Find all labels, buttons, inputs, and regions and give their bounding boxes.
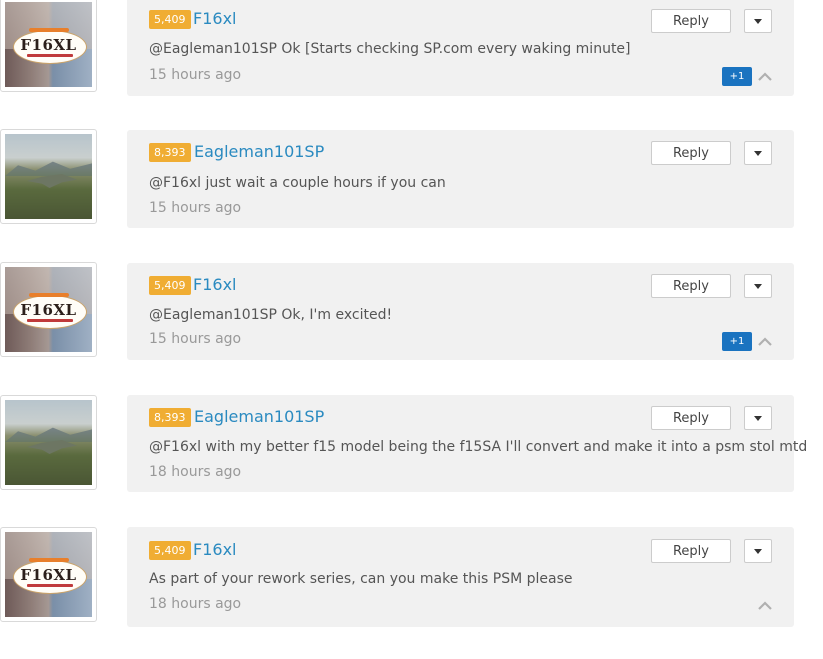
comment-timestamp: 15 hours ago <box>149 331 242 347</box>
avatar-logo-text: F16XL <box>20 36 77 54</box>
avatar[interactable] <box>0 395 97 490</box>
upvote-icon[interactable] <box>758 70 772 84</box>
reputation-badge: 5,409 <box>149 10 191 29</box>
comment-text: As part of your rework series, can you m… <box>149 571 573 587</box>
author-link[interactable]: F16xl <box>193 275 236 295</box>
reply-button[interactable]: Reply <box>651 9 731 33</box>
options-dropdown-button[interactable] <box>744 141 772 165</box>
jet-photo-avatar-image <box>5 400 92 485</box>
comment-text: @Eagleman101SP Ok [Starts checking SP.co… <box>149 41 631 57</box>
author-link[interactable]: Eagleman101SP <box>194 407 324 427</box>
avatar-logo-text: F16XL <box>20 566 77 584</box>
comment-timestamp: 15 hours ago <box>149 200 242 216</box>
f16xl-logo-avatar-image: F16XL <box>5 532 92 617</box>
avatar[interactable]: F16XL <box>0 262 97 357</box>
comment-timestamp: 18 hours ago <box>149 464 242 480</box>
reply-button[interactable]: Reply <box>651 406 731 430</box>
reputation-badge: 5,409 <box>149 541 191 560</box>
comment-bubble: 8,393 Eagleman101SP @F16xl just wait a c… <box>127 130 794 228</box>
f16xl-logo-avatar-image: F16XL <box>5 2 92 87</box>
jet-photo-avatar-image <box>5 134 92 219</box>
comment-bubble: 5,409 F16xl As part of your rework serie… <box>127 527 794 627</box>
chevron-down-icon <box>754 284 762 289</box>
avatar[interactable]: F16XL <box>0 0 97 92</box>
options-dropdown-button[interactable] <box>744 9 772 33</box>
chevron-down-icon <box>754 151 762 156</box>
vote-count-badge: +1 <box>722 332 752 351</box>
comment-text: @Eagleman101SP Ok, I'm excited! <box>149 307 393 323</box>
avatar[interactable]: F16XL <box>0 527 97 622</box>
author-link[interactable]: Eagleman101SP <box>194 142 324 162</box>
upvote-icon[interactable] <box>758 335 772 349</box>
comment-bubble: 8,393 Eagleman101SP @F16xl with my bette… <box>127 395 807 492</box>
comment-item: F16XL 5,409 F16xl @Eagleman101SP Ok, I'm… <box>0 262 823 394</box>
comment-text: @F16xl with my better f15 model being th… <box>149 439 808 455</box>
reply-button[interactable]: Reply <box>651 274 731 298</box>
options-dropdown-button[interactable] <box>744 274 772 298</box>
avatar-logo-text: F16XL <box>20 301 77 319</box>
author-link[interactable]: F16xl <box>193 540 236 560</box>
reputation-badge: 5,409 <box>149 276 191 295</box>
chevron-down-icon <box>754 19 762 24</box>
author-link[interactable]: F16xl <box>193 9 236 29</box>
comment-text: @F16xl just wait a couple hours if you c… <box>149 175 446 191</box>
chevron-down-icon <box>754 549 762 554</box>
f16xl-logo-avatar-image: F16XL <box>5 267 92 352</box>
upvote-icon[interactable] <box>758 599 772 613</box>
comment-bubble: 5,409 F16xl @Eagleman101SP Ok [Starts ch… <box>127 0 794 96</box>
comment-item: 8,393 Eagleman101SP @F16xl just wait a c… <box>0 129 823 261</box>
comment-item: F16XL 5,409 F16xl As part of your rework… <box>0 527 823 659</box>
comment-timestamp: 18 hours ago <box>149 596 242 612</box>
comment-timestamp: 15 hours ago <box>149 67 242 83</box>
chevron-down-icon <box>754 416 762 421</box>
options-dropdown-button[interactable] <box>744 539 772 563</box>
reply-button[interactable]: Reply <box>651 539 731 563</box>
reputation-badge: 8,393 <box>149 143 191 162</box>
reputation-badge: 8,393 <box>149 408 191 427</box>
comment-item: 8,393 Eagleman101SP @F16xl with my bette… <box>0 395 823 527</box>
options-dropdown-button[interactable] <box>744 406 772 430</box>
reply-button[interactable]: Reply <box>651 141 731 165</box>
avatar[interactable] <box>0 129 97 224</box>
comment-item: F16XL 5,409 F16xl @Eagleman101SP Ok [Sta… <box>0 0 823 129</box>
comment-bubble: 5,409 F16xl @Eagleman101SP Ok, I'm excit… <box>127 263 794 360</box>
vote-count-badge: +1 <box>722 67 752 86</box>
